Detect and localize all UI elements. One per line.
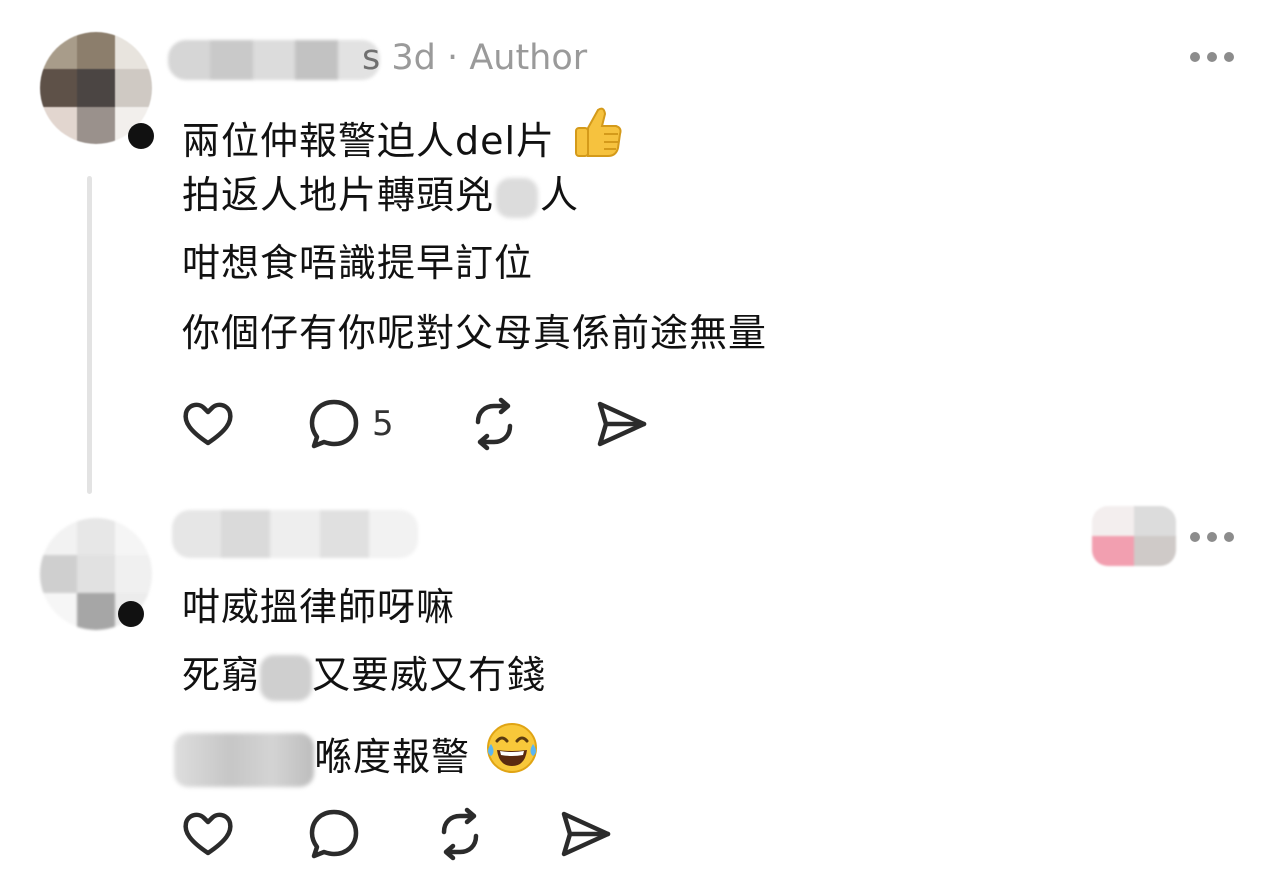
text-segment: 咁威搵律師呀嘛 (182, 585, 456, 629)
text-segment: 喺度報警 (314, 735, 471, 779)
repost-icon (475, 397, 513, 451)
reply-button[interactable]: 5 (306, 396, 394, 452)
share-button[interactable] (594, 396, 650, 452)
timestamp: 3d (391, 38, 436, 78)
text-segment: 兩位仲報警迫人del片 (182, 119, 556, 163)
text-segment: 死窮 (182, 653, 261, 697)
like-button[interactable] (180, 396, 236, 452)
post-text-line-3: ’喺度報警 (174, 720, 541, 787)
dot-icon (1207, 532, 1217, 542)
comment-icon (309, 809, 359, 859)
censor-blur (174, 732, 314, 787)
censor-blur (496, 177, 539, 218)
repost-button[interactable] (432, 806, 488, 862)
post-text-line-1: 兩位仲報警迫人del片 (182, 104, 624, 170)
censor-blur (260, 654, 313, 701)
post-text-line-2: 拍返人地片轉頭兇 人 (182, 172, 579, 218)
thread-line (87, 176, 92, 494)
send-icon (597, 401, 647, 447)
text-segment: 咁想食唔識提早訂位 (182, 241, 534, 285)
more-options-button[interactable] (1190, 47, 1234, 67)
post-text-line-4: 你個仔有你呢對父母真係前途無量 (182, 310, 767, 356)
reply-post-2: 咁威搵律師呀嘛 死窮 又要威又冇錢 ’喺度報警 (0, 500, 1284, 892)
text-segment: 拍返人地片轉頭兇 (182, 173, 495, 217)
meta-separator: · (447, 38, 459, 78)
post-meta: s 3d · Author (362, 38, 587, 78)
reply-button[interactable] (306, 806, 362, 862)
username-redacted (172, 510, 418, 558)
reply-count: 5 (372, 404, 394, 444)
thumbs-up-icon (568, 104, 624, 170)
redacted-badge (1092, 506, 1176, 566)
avatar-badge (128, 123, 154, 149)
heart-icon (183, 402, 233, 446)
post-text-line-2: 死窮 又要威又冇錢 (182, 652, 546, 701)
dot-icon (1224, 532, 1234, 542)
dot-icon (1190, 532, 1200, 542)
dot-icon (1207, 52, 1217, 62)
username-redacted (168, 40, 380, 80)
post-text-line-3: 咁想食唔識提早訂位 (182, 240, 533, 286)
reply-post-1: s 3d · Author 兩位仲報警迫人del片 拍返人地片轉頭兇 人 咁想食唔… (0, 0, 1284, 500)
avatar-badge (118, 601, 144, 627)
heart-icon (183, 812, 233, 856)
text-segment: 你個仔有你呢對父母真係前途無量 (182, 311, 768, 355)
send-icon (561, 811, 611, 857)
text-segment: 又要威又冇錢 (312, 653, 547, 697)
repost-icon (441, 807, 479, 861)
post-text-line-1: 咁威搵律師呀嘛 (182, 584, 455, 630)
username-tail[interactable]: s (362, 38, 380, 78)
author-badge: Author (469, 38, 588, 78)
share-button[interactable] (558, 806, 614, 862)
comment-icon (309, 399, 359, 449)
post-actions (180, 806, 640, 866)
dot-icon (1190, 52, 1200, 62)
tears-of-joy-icon (483, 720, 541, 786)
text-segment: 人 (540, 173, 580, 217)
dot-icon (1224, 52, 1234, 62)
more-options-button[interactable] (1190, 527, 1234, 547)
like-button[interactable] (180, 806, 236, 862)
post-actions: 5 (180, 396, 680, 456)
repost-button[interactable] (466, 396, 522, 452)
